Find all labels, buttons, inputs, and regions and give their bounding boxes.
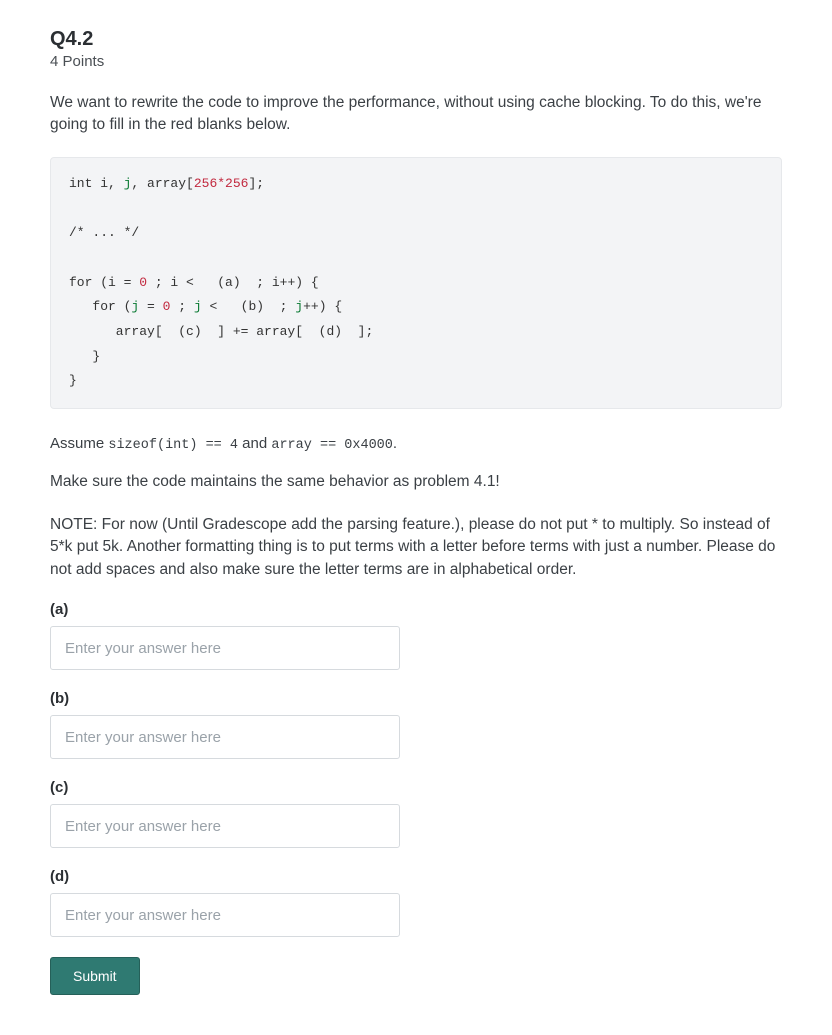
- answer-input-c[interactable]: [50, 804, 400, 848]
- field-label-b: (b): [50, 690, 782, 707]
- field-group-b: (b): [50, 690, 782, 759]
- submit-button[interactable]: Submit: [50, 957, 140, 995]
- question-title: Q4.2: [50, 28, 782, 51]
- field-group-a: (a): [50, 601, 782, 670]
- field-label-d: (d): [50, 868, 782, 885]
- answer-input-a[interactable]: [50, 626, 400, 670]
- code-num: 0: [139, 275, 147, 290]
- code-text: =: [139, 299, 162, 314]
- code-text: , array[: [131, 176, 193, 191]
- code-text: array[ (c) ] += array[ (d) ];: [69, 324, 373, 339]
- field-group-d: (d): [50, 868, 782, 937]
- code-text: ++) {: [303, 299, 342, 314]
- assume-post: .: [393, 435, 397, 452]
- answer-input-b[interactable]: [50, 715, 400, 759]
- assume-array: array == 0x4000: [271, 438, 393, 453]
- formatting-note: NOTE: For now (Until Gradescope add the …: [50, 514, 782, 581]
- code-var-j: j: [295, 299, 303, 314]
- code-block: int i, j , array[256*256]; /* ... */ for …: [50, 157, 782, 409]
- code-text: }: [69, 349, 100, 364]
- code-text: int i,: [69, 176, 124, 191]
- code-text: ; i < (a) ; i++) {: [147, 275, 319, 290]
- code-var-j: j: [194, 299, 202, 314]
- answer-input-d[interactable]: [50, 893, 400, 937]
- assume-pre: Assume: [50, 435, 108, 452]
- question-points: 4 Points: [50, 53, 782, 70]
- field-label-a: (a): [50, 601, 782, 618]
- assume-line: Assume sizeof(int) == 4 and array == 0x4…: [50, 435, 782, 453]
- code-text: < (b) ;: [202, 299, 296, 314]
- assume-sizeof: sizeof(int) == 4: [108, 438, 238, 453]
- field-label-c: (c): [50, 779, 782, 796]
- code-text: for (: [69, 299, 131, 314]
- behavior-note: Make sure the code maintains the same be…: [50, 471, 782, 493]
- code-comment: /* ... */: [69, 225, 139, 240]
- assume-mid: and: [238, 435, 271, 452]
- code-num: 256*256: [194, 176, 249, 191]
- code-text: }: [69, 373, 77, 388]
- code-text: ;: [170, 299, 193, 314]
- code-text: ];: [248, 176, 264, 191]
- field-group-c: (c): [50, 779, 782, 848]
- code-text: for (i =: [69, 275, 139, 290]
- intro-paragraph: We want to rewrite the code to improve t…: [50, 92, 782, 137]
